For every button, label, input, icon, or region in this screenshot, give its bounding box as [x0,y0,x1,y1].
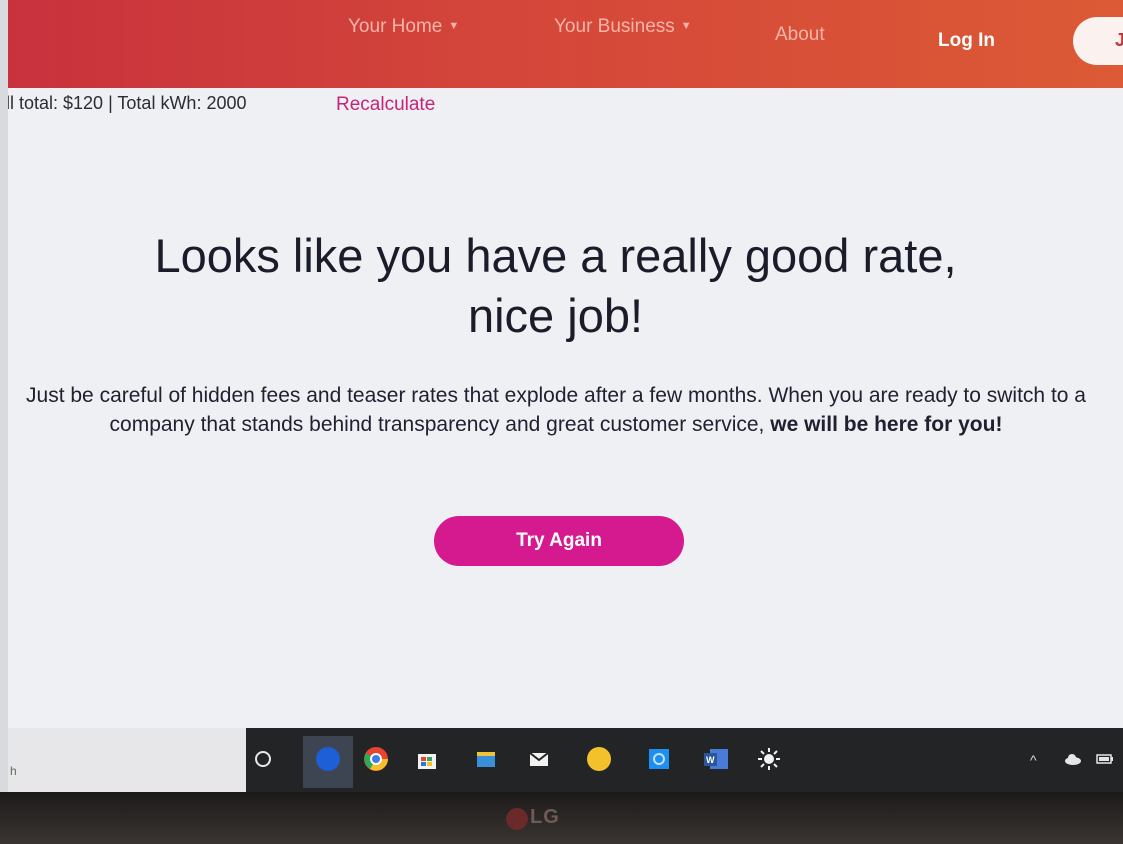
caret-down-icon: ▼ [448,20,460,32]
nav-about[interactable]: About [775,24,825,46]
onedrive-icon[interactable] [1064,752,1082,768]
lg-logo-icon [506,808,528,830]
file-explorer-icon[interactable] [473,746,499,772]
recalculate-link[interactable]: Recalculate [336,94,435,116]
chevron-up-icon[interactable]: ^ [1030,752,1037,768]
login-link[interactable]: Log In [938,30,995,52]
browser-viewport: Your Home ▼ Your Business ▼ About Log In J… [8,0,1123,792]
store-icon[interactable] [414,746,440,772]
nav-about-label: About [775,24,825,45]
result-headline: Looks like you have a really good rate, … [8,226,1103,346]
headline-line-1: Looks like you have a really good rate, [154,229,957,282]
nav-your-home[interactable]: Your Home ▼ [348,16,459,38]
app-blue-icon[interactable] [646,746,672,772]
screen-left-edge [0,0,8,792]
nav-your-business[interactable]: Your Business ▼ [554,16,692,38]
nav-your-business-label: Your Business [554,16,675,37]
result-description: Just be careful of hidden fees and tease… [26,381,1086,439]
edge-icon[interactable] [315,746,341,772]
weather-icon[interactable] [756,746,782,772]
description-emphasis: we will be here for you! [770,413,1003,436]
bill-summary: ill total: $120 | Total kWh: 2000 [8,93,247,113]
monitor-bezel: LG [0,792,1123,844]
taskbar-search-input[interactable]: h [8,728,246,792]
chrome-icon[interactable] [363,746,389,772]
nav-cta-label: J [1115,30,1123,50]
headline-line-2: nice job! [467,289,644,342]
caret-down-icon: ▼ [680,20,692,32]
nav-cta-button[interactable]: J [1073,17,1123,65]
battery-icon[interactable] [1096,752,1114,768]
nav-your-home-label: Your Home [348,16,443,37]
word-icon[interactable]: W [702,746,728,772]
windows-taskbar: h W ^ [8,728,1123,792]
try-again-button[interactable]: Try Again [434,516,684,566]
mail-icon[interactable] [526,746,552,772]
cortana-icon[interactable] [250,746,276,772]
monitor-brand: LG [530,806,560,828]
search-placeholder: h [10,764,17,778]
top-navigation-bar: Your Home ▼ Your Business ▼ About Log In J [8,0,1123,88]
svg-text:W: W [706,755,715,765]
login-label: Log In [938,30,995,51]
app-yellow-icon[interactable] [586,746,612,772]
